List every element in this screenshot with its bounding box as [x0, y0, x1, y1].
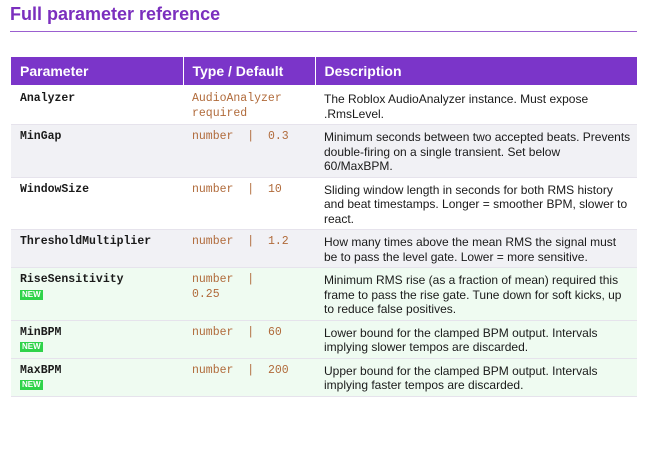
parameter-name: MinBPM — [20, 325, 62, 339]
header-type-default: Type / Default — [182, 57, 315, 86]
header-description: Description — [314, 57, 637, 86]
param-default: 60 — [267, 325, 282, 339]
parameter-reference-table: Parameter Type / Default Description Ana… — [11, 57, 637, 397]
parameter-name-cell: MinBPM NEW — [11, 320, 183, 358]
table-row: Analyzer AudioAnalyzer required The Roblox … — [11, 86, 637, 125]
description-cell: Sliding window length in seconds for bot… — [315, 177, 637, 230]
param-type: number — [192, 182, 234, 196]
param-type: number — [192, 273, 234, 286]
param-default: required — [192, 106, 248, 120]
type-default-separator: | — [247, 273, 255, 286]
type-default-cell: number | 60 — [183, 320, 315, 358]
type-default-separator: | — [247, 325, 255, 339]
new-badge: NEW — [20, 289, 43, 300]
description-cell: Upper bound for the clamped BPM output. … — [315, 358, 637, 396]
title-divider — [10, 31, 637, 32]
type-default-separator: | — [247, 235, 255, 248]
table-header: Parameter Type / Default Description — [11, 57, 637, 86]
parameter-name-cell: RiseSensitivity NEW — [11, 267, 183, 320]
type-default-cell: number | 0.25 — [183, 267, 315, 320]
type-default-cell: number | 200 — [183, 358, 315, 396]
table-row: MinGap number | 0.3 Minimum seconds betwee… — [11, 124, 637, 177]
type-default-cell: AudioAnalyzer required — [183, 86, 315, 125]
param-default: 1.2 — [267, 235, 289, 248]
type-default-cell: number | 0.3 — [183, 124, 315, 177]
description-cell: How many times above the mean RMS the si… — [315, 229, 637, 268]
parameter-name: ThresholdMultiplier — [20, 235, 152, 248]
table-row: RiseSensitivity NEW number | 0.25 Minimum RM… — [11, 267, 637, 320]
description-cell: Minimum seconds between two accepted bea… — [315, 124, 637, 177]
param-type: number — [192, 235, 234, 248]
param-type: number — [192, 363, 234, 377]
param-default: 0.25 — [192, 287, 220, 301]
parameter-name-cell: Analyzer — [11, 86, 183, 125]
type-default-separator: | — [247, 363, 255, 377]
param-type: number — [192, 325, 234, 339]
table-body: Analyzer AudioAnalyzer required The Roblox … — [11, 86, 637, 396]
parameter-name-cell: WindowSize — [11, 177, 183, 230]
parameter-name: MinGap — [20, 130, 62, 143]
param-type: AudioAnalyzer — [192, 92, 282, 105]
header-parameter: Parameter — [11, 57, 183, 86]
parameter-name: Analyzer — [20, 92, 76, 105]
section-title: Full parameter reference — [10, 4, 221, 24]
description-cell: The Roblox AudioAnalyzer instance. Must … — [315, 86, 637, 125]
new-badge: NEW — [20, 380, 43, 390]
parameter-name: MaxBPM — [20, 363, 62, 377]
table-row: ThresholdMultiplier number | 1.2 How many … — [11, 229, 637, 268]
type-default-separator: | — [247, 130, 255, 143]
param-type: number — [192, 130, 234, 143]
new-badge: NEW — [20, 342, 43, 352]
param-default: 10 — [267, 182, 282, 196]
param-default: 200 — [267, 363, 289, 377]
parameter-name-cell: ThresholdMultiplier — [11, 229, 183, 268]
parameter-name: RiseSensitivity — [20, 273, 124, 286]
description-cell: Lower bound for the clamped BPM output. … — [315, 320, 637, 358]
table-row: MinBPM NEW number | 60 Lower bound for the … — [11, 320, 637, 358]
description-cell: Minimum RMS rise (as a fraction of mean)… — [315, 267, 637, 320]
type-default-cell: number | 1.2 — [183, 229, 315, 268]
parameter-name: WindowSize — [20, 182, 90, 196]
param-default: 0.3 — [267, 130, 289, 143]
type-default-cell: number | 10 — [183, 177, 315, 230]
parameter-name-cell: MaxBPM NEW — [11, 358, 183, 396]
table-row: MaxBPM NEW number | 200 Upper bound for the… — [11, 358, 637, 396]
table-row: WindowSize number | 10 Sliding window leng… — [11, 177, 637, 230]
parameter-name-cell: MinGap — [11, 124, 183, 177]
type-default-separator: | — [247, 182, 255, 196]
